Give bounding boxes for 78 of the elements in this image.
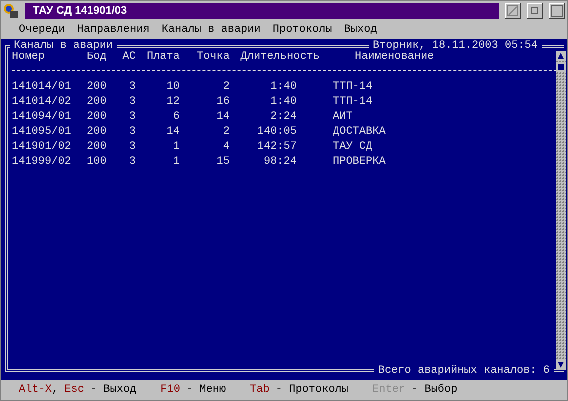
column-header: Наименование	[354, 50, 436, 65]
restore-icon	[531, 7, 539, 15]
window-title: ТАУ СД 141901/03	[33, 5, 128, 17]
table-cell-text: 1	[172, 155, 180, 170]
minimize-button[interactable]	[505, 3, 521, 19]
menu-item[interactable]: Каналы в аварии	[162, 24, 261, 36]
table-cell-text: 14	[216, 110, 230, 125]
scrollbar[interactable]	[556, 51, 566, 370]
table-cell-text: 14	[166, 125, 180, 140]
table-cell-text: 4	[222, 140, 230, 155]
column-header: Номер	[12, 50, 46, 65]
maximize-icon	[551, 5, 563, 17]
table-cell-text: 141014/02	[12, 95, 72, 110]
table-cell-text: 1:40	[270, 80, 298, 95]
menu-item[interactable]: Протоколы	[272, 24, 332, 36]
hint-text: - Протоколы	[276, 384, 349, 396]
key-label: Tab	[250, 384, 270, 396]
total-count: Всего аварийных каналов: 6	[374, 365, 554, 377]
scroll-thumb[interactable]	[556, 62, 566, 72]
date-time: Вторник, 18.11.2003 05:54	[368, 40, 542, 52]
table-cell-text: 140:05	[256, 125, 298, 140]
table-cell-text: 200	[87, 110, 108, 125]
restore-button[interactable]	[527, 3, 543, 19]
table-cell-text: АИТ	[332, 110, 354, 125]
table-cell-text: 1	[172, 140, 180, 155]
table-cell-text: 141095/01	[12, 125, 72, 140]
app-icon	[3, 3, 19, 19]
table-cell-text: 12	[166, 95, 180, 110]
table-cell-text: 200	[87, 95, 108, 110]
column-header: Бод	[87, 50, 108, 65]
scroll-down-icon[interactable]	[556, 360, 566, 370]
maximize-button[interactable]	[549, 3, 565, 19]
table-cell-text: ТАУ СД	[332, 140, 374, 155]
table-cell-text: 3	[128, 80, 136, 95]
menu-item[interactable]: Направления	[77, 24, 150, 36]
table-cell-text: 200	[87, 125, 108, 140]
table-cell-text: 200	[87, 140, 108, 155]
hint-text: ,	[52, 384, 59, 396]
column-header: Точка	[196, 50, 230, 65]
hint-text: - Выбор	[412, 384, 458, 396]
table-cell-text: ПРОВЕРКА	[332, 155, 387, 170]
table-cell-text: 16	[216, 95, 230, 110]
table-cell-text: 142:57	[256, 140, 298, 155]
hint-text: - Меню	[186, 384, 226, 396]
table-cell-text: 200	[87, 80, 108, 95]
table-cell-text: 15	[216, 155, 230, 170]
table-cell-text: 1:40	[270, 95, 298, 110]
table-cell-text: 6	[172, 110, 180, 125]
table-cell-text: 141901/02	[12, 140, 72, 155]
table-cell-text: 3	[128, 95, 136, 110]
key-label: Esc	[64, 384, 84, 396]
table-cell-text: ДОСТАВКА	[332, 125, 387, 140]
table-cell-text: 2	[222, 125, 230, 140]
menu-item[interactable]: Выход	[344, 24, 378, 36]
key-label: Alt-X	[19, 384, 52, 396]
scroll-up-icon[interactable]	[556, 51, 566, 61]
table-cell-text: 98:24	[262, 155, 298, 170]
hint-text: - Выход	[90, 384, 137, 396]
table-cell-text: 3	[128, 110, 136, 125]
help-icon	[507, 5, 519, 17]
column-header: Плата	[146, 50, 180, 65]
table-cell-text: 2	[222, 80, 230, 95]
table-cell-text: 141094/01	[12, 110, 72, 125]
table-cell-text: 141999/02	[12, 155, 72, 170]
table-cell-text: 141014/01	[12, 80, 72, 95]
menu-item[interactable]: Очереди	[19, 24, 66, 36]
key-label: F10	[160, 384, 180, 396]
table-cell-text: 3	[128, 125, 136, 140]
table-cell-text: ТТП-14	[332, 95, 374, 110]
column-header: АС	[122, 50, 136, 65]
table-cell-text: 3	[128, 155, 136, 170]
panel-title: Каналы в аварии	[10, 40, 118, 52]
table-cell-text: ТТП-14	[332, 80, 374, 95]
column-header: Длительность	[240, 50, 320, 65]
table-cell-text: 2:24	[270, 110, 298, 125]
table-cell-text: 100	[87, 155, 108, 170]
table-cell-text: 3	[128, 140, 136, 155]
table-cell-text: 10	[166, 80, 180, 95]
